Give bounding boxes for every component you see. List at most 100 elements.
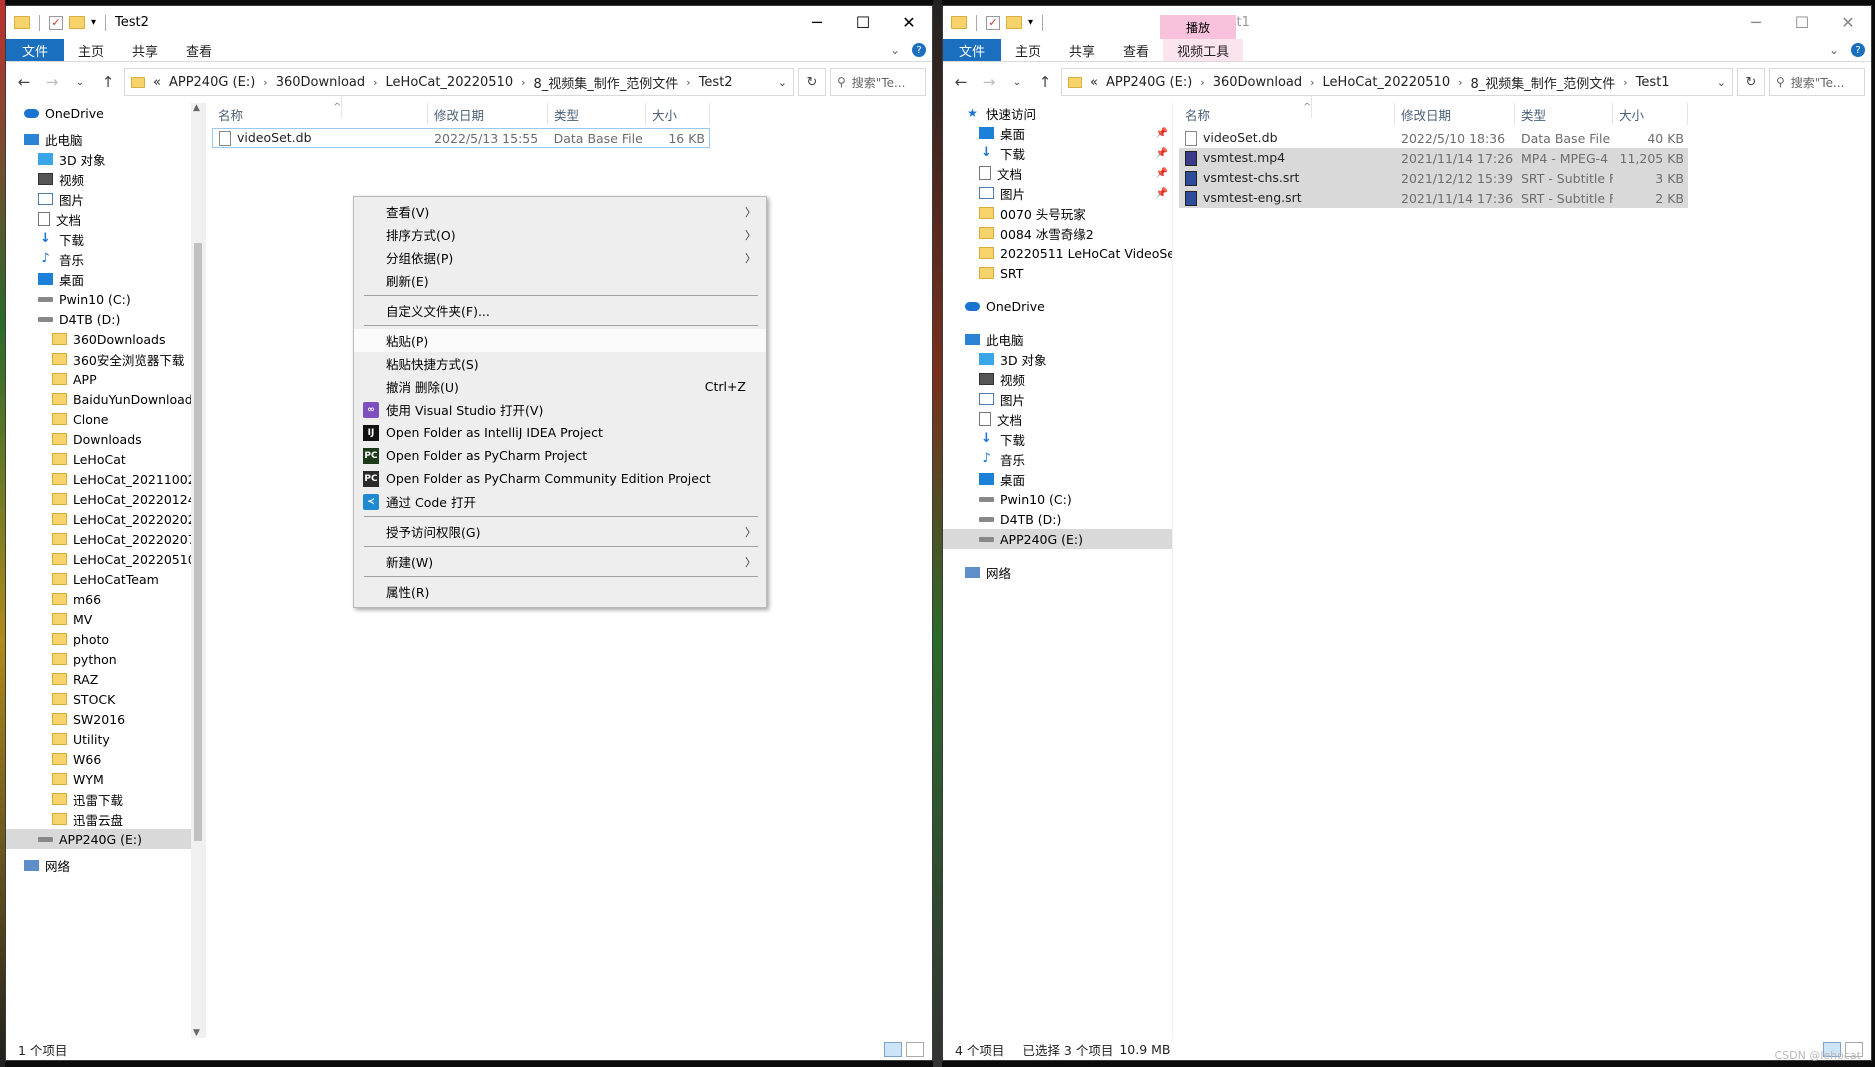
forward-arrow-icon[interactable]: →: [977, 73, 1001, 91]
nav-item[interactable]: 桌面: [6, 269, 205, 289]
column-header[interactable]: 修改日期: [428, 103, 548, 125]
maximize-icon[interactable]: ☐: [1779, 6, 1825, 39]
column-header[interactable]: 修改日期: [1395, 103, 1515, 125]
column-header[interactable]: 大小: [646, 103, 710, 125]
search-input[interactable]: ⚲ 搜索"Te...: [1769, 68, 1865, 96]
chevron-right-icon[interactable]: ›: [521, 76, 525, 89]
explorer-window-test2[interactable]: ✓ ▾ Test2 ─ ☐ ✕ 文件 主页 共享 查看 ⌄ ? ← → ⌄ ↑ …: [5, 5, 933, 1061]
chevron-right-icon[interactable]: ›: [1310, 76, 1314, 89]
nav-item[interactable]: 图片: [943, 389, 1172, 409]
breadcrumb-overflow[interactable]: «: [1090, 75, 1098, 90]
nav-item[interactable]: ↓ 下载: [6, 229, 205, 249]
breadcrumb-item[interactable]: 8_视频集_制作_范例文件: [1471, 73, 1616, 92]
file-list[interactable]: 名称 修改日期 类型 大小 ^ videoSet.db 2022/5/10 18:36 Dat…: [1173, 96, 1871, 1038]
nav-item[interactable]: D4TB (D:): [943, 509, 1172, 529]
help-icon[interactable]: ?: [912, 43, 926, 57]
file-row[interactable]: videoSet.db 2022/5/13 15:55 Data Base File…: [212, 128, 710, 148]
nav-item[interactable]: Pwin10 (C:): [943, 489, 1172, 509]
nav-item[interactable]: WYM: [6, 769, 205, 789]
navigation-pane[interactable]: ★ 快速访问 桌面 📌 ↓ 下载 📌 文档 📌 图片 📌 0070 头号玩家 0084 冰雪奇缘2 202…: [943, 103, 1173, 1038]
column-header[interactable]: 大小: [1613, 103, 1688, 125]
context-menu-item[interactable]: 排序方式(O) 〉: [354, 223, 766, 246]
context-menu-item[interactable]: 粘贴(P): [354, 329, 766, 352]
nav-item[interactable]: 20220511 LeHoCat VideoSet: [943, 243, 1172, 263]
breadcrumb-item[interactable]: 8_视频集_制作_范例文件: [534, 73, 679, 92]
chevron-right-icon[interactable]: ›: [263, 76, 267, 89]
context-menu-item[interactable]: PC Open Folder as PyCharm Project: [354, 444, 766, 467]
nav-item[interactable]: 迅雷云盘: [6, 809, 205, 829]
forward-arrow-icon[interactable]: →: [40, 73, 64, 91]
nav-scrollbar[interactable]: ▲ ▼: [191, 103, 205, 1038]
navigation-pane[interactable]: OneDrive 此电脑 3D 对象 视频 图片 文档 ↓ 下载 ♪ 音乐 桌面 Pwin10 (C:…: [6, 103, 206, 1038]
refresh-icon[interactable]: ↻: [1737, 68, 1765, 96]
breadcrumb-item[interactable]: LeHoCat_20220510: [386, 75, 514, 90]
nav-item[interactable]: LeHoCat_20220510: [6, 549, 205, 569]
customize-toolbar-icon[interactable]: ▾: [1028, 17, 1033, 28]
breadcrumb-item[interactable]: 360Download: [276, 75, 365, 90]
nav-item[interactable]: ↓ 下载 📌: [943, 143, 1172, 163]
nav-item[interactable]: 文档 📌: [943, 163, 1172, 183]
nav-item[interactable]: W66: [6, 749, 205, 769]
large-icons-view-icon[interactable]: [906, 1042, 924, 1057]
nav-item[interactable]: MV: [6, 609, 205, 629]
column-header[interactable]: 类型: [1515, 103, 1613, 125]
scroll-down-icon[interactable]: ▼: [193, 1028, 200, 1038]
nav-item[interactable]: ↓ 下载: [943, 429, 1172, 449]
details-view-icon[interactable]: [884, 1042, 902, 1057]
nav-item[interactable]: ♪ 音乐: [6, 249, 205, 269]
new-folder-icon[interactable]: [1006, 16, 1022, 29]
close-icon[interactable]: ✕: [1825, 6, 1871, 39]
nav-item[interactable]: python: [6, 649, 205, 669]
properties-check-icon[interactable]: ✓: [49, 15, 63, 30]
chevron-right-icon[interactable]: ›: [686, 76, 690, 89]
nav-item[interactable]: Clone: [6, 409, 205, 429]
nav-item[interactable]: 文档: [943, 409, 1172, 429]
nav-item[interactable]: 网络: [6, 855, 205, 875]
nav-item[interactable]: m66: [6, 589, 205, 609]
chevron-down-icon[interactable]: ⌄: [778, 76, 787, 89]
nav-item[interactable]: 桌面 📌: [943, 123, 1172, 143]
nav-item[interactable]: 迅雷下载: [6, 789, 205, 809]
column-header[interactable]: 类型: [548, 103, 646, 125]
nav-item[interactable]: OneDrive: [6, 103, 205, 123]
chevron-right-icon[interactable]: ›: [1623, 76, 1627, 89]
nav-item[interactable]: 桌面: [943, 469, 1172, 489]
breadcrumb-item[interactable]: Test1: [1636, 75, 1670, 90]
tab-home[interactable]: 主页: [1001, 39, 1055, 61]
nav-item[interactable]: APP: [6, 369, 205, 389]
tab-home[interactable]: 主页: [64, 39, 118, 61]
nav-item[interactable]: 视频: [943, 369, 1172, 389]
title-bar[interactable]: ✓ ▾ Test1 ─ ☐ ✕: [943, 6, 1871, 39]
pin-icon[interactable]: 📌: [1156, 188, 1172, 199]
nav-item[interactable]: ★ 快速访问: [943, 103, 1172, 123]
chevron-right-icon[interactable]: ›: [1458, 76, 1462, 89]
pin-icon[interactable]: 📌: [1156, 168, 1172, 179]
chevron-right-icon[interactable]: ›: [1200, 76, 1204, 89]
nav-item[interactable]: SW2016: [6, 709, 205, 729]
nav-item[interactable]: Utility: [6, 729, 205, 749]
breadcrumb-item[interactable]: APP240G (E:): [169, 75, 255, 90]
customize-toolbar-icon[interactable]: ▾: [91, 17, 96, 28]
back-arrow-icon[interactable]: ←: [949, 73, 973, 91]
address-input[interactable]: « APP240G (E:) › 360Download › LeHoCat_2…: [124, 68, 794, 96]
context-menu-item[interactable]: ≺ 通过 Code 打开: [354, 490, 766, 513]
nav-item[interactable]: 360Downloads: [6, 329, 205, 349]
nav-item[interactable]: D4TB (D:): [6, 309, 205, 329]
context-menu-item[interactable]: 刷新(E): [354, 269, 766, 292]
recent-locations-icon[interactable]: ⌄: [1005, 77, 1029, 88]
new-folder-icon[interactable]: [69, 16, 85, 29]
file-row[interactable]: vsmtest-eng.srt 2021/11/14 17:36 SRT - Sub…: [1179, 188, 1688, 208]
breadcrumb-item[interactable]: 360Download: [1213, 75, 1302, 90]
pin-icon[interactable]: 📌: [1156, 128, 1172, 139]
context-menu-item[interactable]: 新建(W) 〉: [354, 550, 766, 573]
up-arrow-icon[interactable]: ↑: [96, 73, 120, 91]
tab-view[interactable]: 查看: [172, 39, 226, 61]
back-arrow-icon[interactable]: ←: [12, 73, 36, 91]
nav-item[interactable]: ♪ 音乐: [943, 449, 1172, 469]
nav-item[interactable]: Pwin10 (C:): [6, 289, 205, 309]
nav-item[interactable]: 文档: [6, 209, 205, 229]
context-menu-item[interactable]: 自定义文件夹(F)...: [354, 299, 766, 322]
pin-icon[interactable]: 📌: [1156, 148, 1172, 159]
tab-video-tools[interactable]: 视频工具: [1163, 39, 1244, 61]
file-row[interactable]: videoSet.db 2022/5/10 18:36 Data Base File…: [1179, 128, 1688, 148]
